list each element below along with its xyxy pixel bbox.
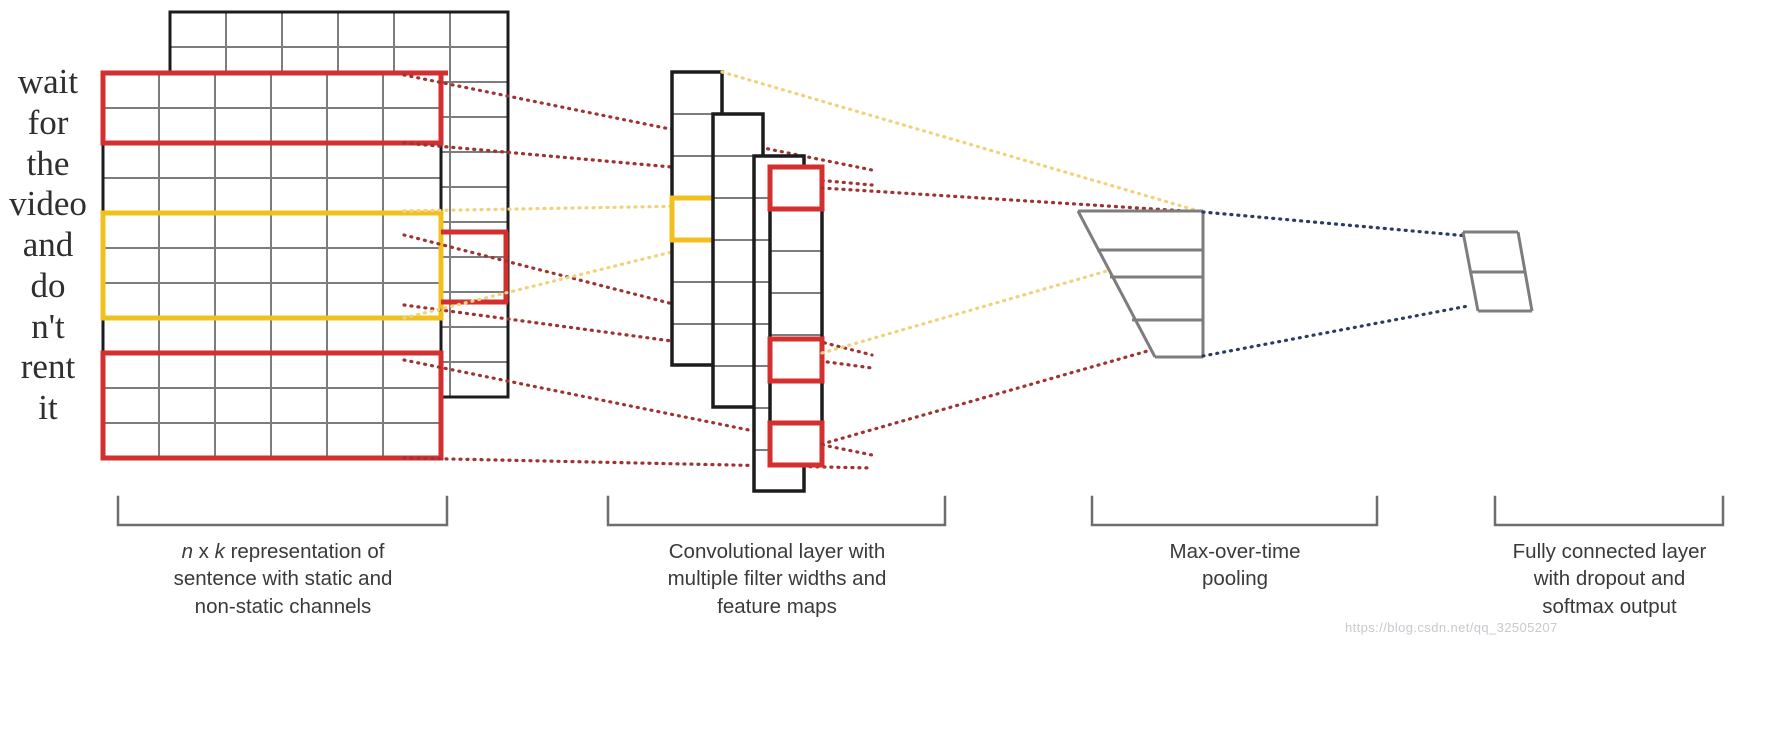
caption-line: Fully connected layer: [1512, 540, 1707, 563]
brace-pooling: [1090, 495, 1379, 527]
braces: [116, 495, 1725, 527]
caption-fully-connected-layer: Fully connected layer with dropout and s…: [1495, 538, 1724, 620]
caption-line: n x k representation of: [181, 540, 385, 563]
caption-sentence-matrix: n x k representation of sentence with st…: [118, 538, 448, 620]
caption-line: softmax output: [1542, 594, 1677, 618]
caption-convolutional-layer: Convolutional layer with multiple filter…: [608, 538, 946, 620]
brace-fully-connected: [1493, 495, 1725, 527]
caption-line: Max-over-time: [1169, 540, 1301, 563]
brace-sentence-matrix: [116, 495, 449, 527]
caption-line: Convolutional layer with: [668, 540, 886, 563]
max-over-time-pooling-block: [1076, 209, 1205, 359]
n-symbol: n: [181, 540, 193, 563]
sentence-matrix-nonstatic-channel: [101, 71, 443, 460]
k-symbol: k: [214, 540, 225, 563]
brace-convolutional-layer: [606, 495, 947, 527]
watermark: https://blog.csdn.net/qq_32505207: [1345, 620, 1558, 635]
caption-line: with dropout and: [1533, 567, 1686, 591]
connectors-pooling-to-fc: [1201, 210, 1470, 358]
caption-line: pooling: [1201, 567, 1269, 591]
fully-connected-block: [1461, 230, 1534, 313]
caption-max-over-time-pooling: Max-over-time pooling: [1092, 538, 1378, 593]
caption-line: feature maps: [717, 594, 837, 618]
figure-canvas: wait for the video and do n't rent it n …: [0, 0, 1790, 738]
caption-line: sentence with static and: [173, 567, 393, 591]
caption-line: non-static channels: [194, 594, 372, 618]
feature-map-4: [767, 164, 825, 468]
caption-line: multiple filter widths and: [667, 567, 887, 591]
